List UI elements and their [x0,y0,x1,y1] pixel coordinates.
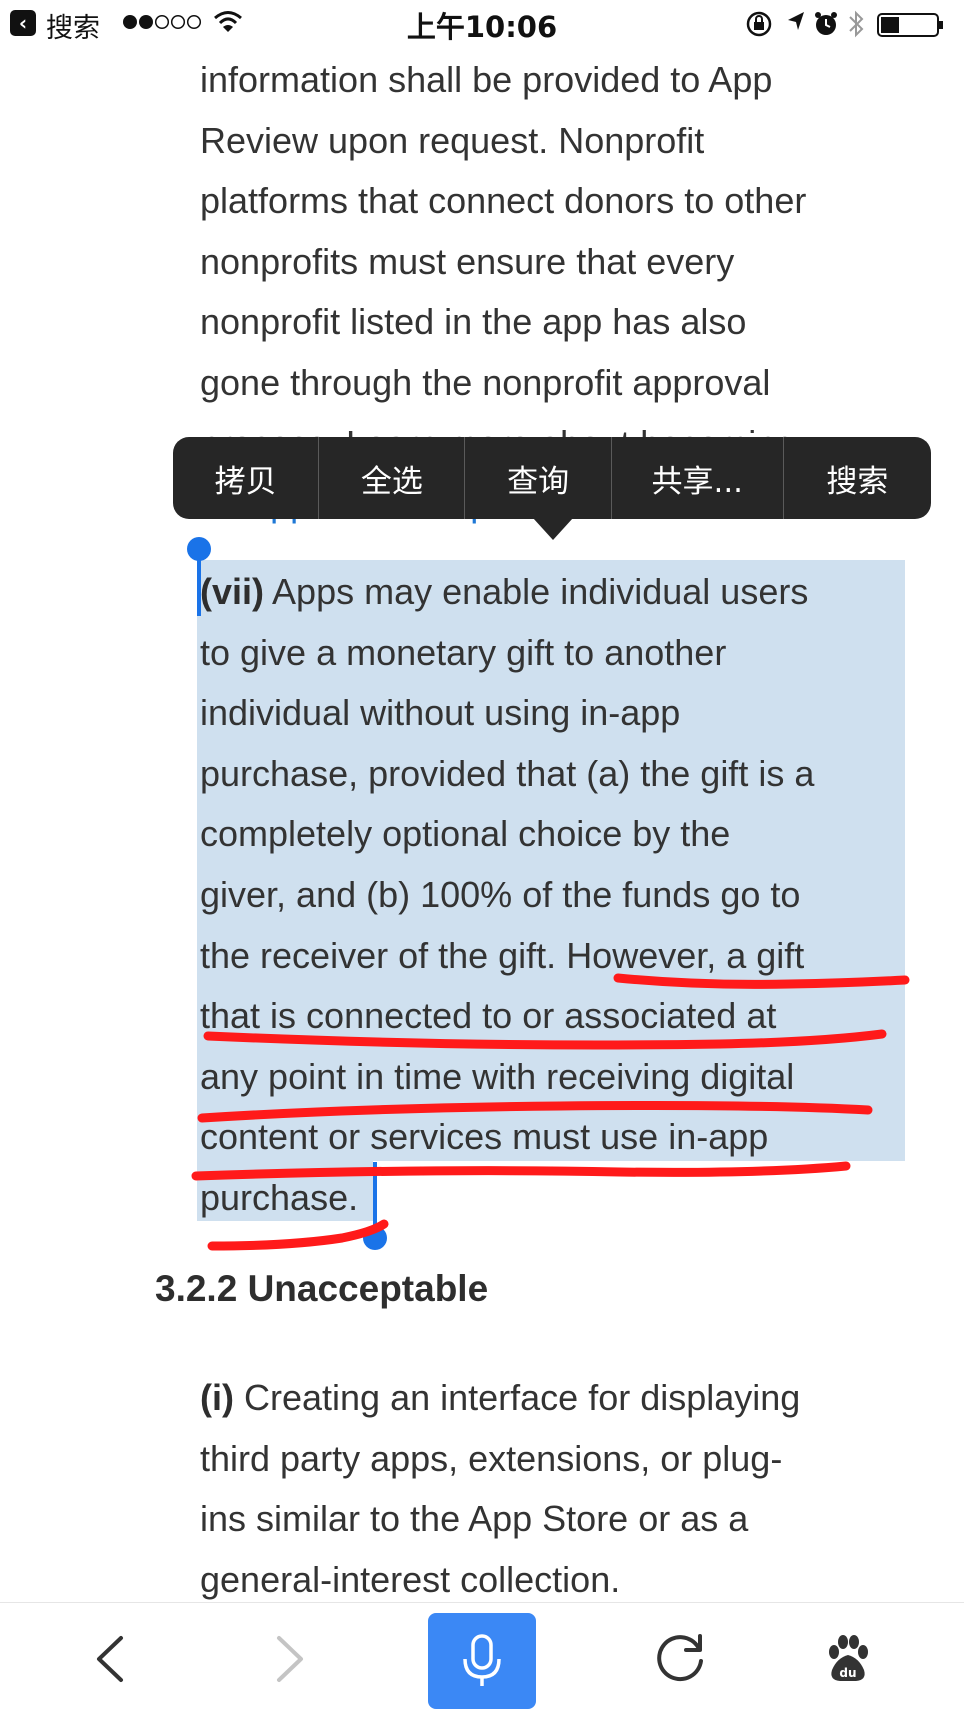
text-line: gone through the nonprofit approval [200,361,771,403]
text-line: individual without using in-app [200,692,681,734]
bluetooth-icon [849,10,864,38]
menu-item-search[interactable]: 搜索 [784,437,931,519]
text-line: (i) Creating an interface for displaying [200,1377,801,1418]
text-line: nonprofit listed in the app has also [200,301,747,343]
rotation-lock-icon [746,11,772,37]
text-line: Review upon request. Nonprofit [200,119,705,161]
battery-icon [877,13,943,37]
menu-item-share[interactable]: 共享... [612,437,784,519]
status-right-icons [746,10,943,38]
alarm-clock-icon [815,12,837,35]
paragraph-vii: (vii) Apps may enable individual users t… [200,562,814,1229]
svg-text:du: du [839,1666,856,1680]
paragraph-i: (i) Creating an interface for displaying… [200,1368,800,1610]
text-line: ins similar to the App Store or as a [200,1498,749,1540]
text-line: (vii) Apps may enable individual users [200,571,809,612]
text-line: any point in time with receiving digital [200,1055,795,1097]
text-line: platforms that connect donors to other [200,180,807,222]
paragraph-label: (i) [200,1377,234,1418]
menu-item-copy[interactable]: 拷贝 [173,437,320,519]
voice-search-button[interactable] [428,1613,536,1709]
text-line: nonprofits must ensure that every [200,240,735,282]
text-line: that is connected to or associated at [200,995,777,1037]
refresh-button[interactable] [640,1603,720,1715]
text-line: third party apps, extensions, or plug- [200,1437,783,1479]
chevron-left-icon [97,1636,123,1682]
refresh-icon [657,1634,703,1682]
forward-button[interactable] [250,1603,330,1715]
text-line: purchase. [200,1176,359,1218]
selection-end-handle[interactable] [363,1226,387,1250]
baidu-home-button[interactable]: du [808,1603,888,1715]
text-line: content or services must use in-app [200,1116,769,1158]
location-arrow-icon [788,12,804,30]
bottom-toolbar: du [0,1602,964,1715]
selection-start-handle[interactable] [187,537,211,561]
text-line: completely optional choice by the [200,813,731,855]
status-bar: ‹ 搜索 上午10:06 [0,0,964,48]
text-edit-menu: 拷贝 全选 查询 共享... 搜索 [173,437,931,519]
selection-end-caret[interactable] [373,1162,377,1228]
text-line: giver, and (b) 100% of the funds go to [200,873,801,915]
text-line: to give a monetary gift to another [200,631,727,673]
menu-pointer-arrow [533,518,573,540]
microphone-icon [463,1634,501,1686]
text-line: information shall be provided to App [200,59,773,100]
text-line: the receiver of the gift. However, a gif… [200,934,805,976]
menu-item-select-all[interactable]: 全选 [319,437,466,519]
section-heading: 3.2.2 Unacceptable [155,1268,489,1309]
chevron-right-icon [277,1636,303,1682]
text-line: purchase, provided that (a) the gift is … [200,752,815,794]
paragraph-label: (vii) [200,571,265,612]
menu-item-look-up[interactable]: 查询 [465,437,612,519]
baidu-paw-icon: du [829,1635,868,1681]
back-button[interactable] [70,1603,150,1715]
